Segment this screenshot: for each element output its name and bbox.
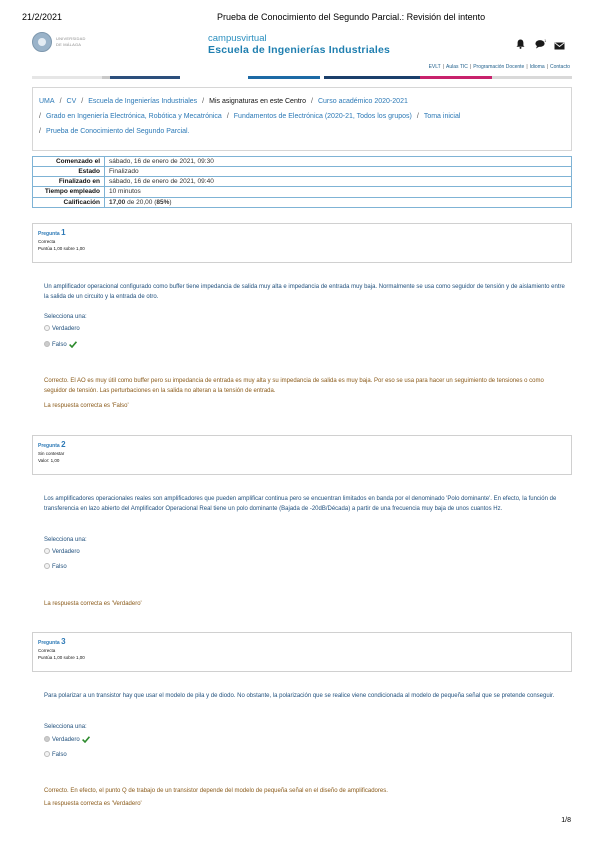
breadcrumb-prueba[interactable]: Prueba de Conocimiento del Segundo Parci…: [46, 128, 190, 135]
mail-icon[interactable]: [554, 37, 565, 55]
breadcrumb-asignatura[interactable]: Fundamentos de Electrónica (2020-21, Tod…: [234, 113, 412, 120]
question-status: Correcta: [38, 648, 56, 653]
summary-row: Tiempo empleado 10 minutos: [32, 186, 572, 198]
page-number: 1/8: [561, 817, 571, 824]
question-info-3: Pregunta 3 Correcta Puntúa 1,00 sobre 1,…: [32, 632, 572, 672]
radio-icon[interactable]: [44, 548, 50, 554]
breadcrumb-grado[interactable]: Grado en Ingeniería Electrónica, Robótic…: [46, 113, 222, 120]
summary-row: Estado Finalizado: [32, 166, 572, 177]
radio-icon[interactable]: [44, 563, 50, 569]
breadcrumb-toma-inicial[interactable]: Toma inicial: [424, 113, 461, 120]
question-text-1: Un amplificador operacional configurado …: [44, 284, 565, 300]
breadcrumb-curso[interactable]: Curso académico 2020-2021: [318, 98, 408, 105]
chat-icon[interactable]: 1: [535, 36, 547, 54]
option-falso[interactable]: Falso: [44, 563, 67, 573]
link-contacto[interactable]: Contacto: [550, 64, 570, 70]
question-text-3: Para polarizar a un transistor hay que u…: [44, 693, 555, 699]
question-info-2: Pregunta 2 Sin contestar Valor: 1,00: [32, 435, 572, 475]
bell-icon[interactable]: [516, 36, 525, 54]
breadcrumb: UMA / CV / Escuela de Ingenierías Industrial…: [32, 87, 572, 151]
attempt-summary-table: Comenzado el sábado, 16 de enero de 2021…: [32, 156, 572, 208]
question-prompt-3: Selecciona una:: [44, 724, 87, 730]
print-header: 21/2/2021 Prueba de Conocimiento del Seg…: [22, 12, 577, 26]
option-falso[interactable]: Falso: [44, 751, 67, 761]
option-verdadero[interactable]: Verdadero: [44, 548, 80, 558]
question-prompt-1: Selecciona una:: [44, 314, 87, 320]
radio-icon[interactable]: [44, 751, 50, 757]
radio-checked-icon[interactable]: [44, 736, 50, 742]
question-info-1: Pregunta 1 Correcta Puntúa 1,00 sobre 1,…: [32, 223, 572, 263]
brand-line2: Escuela de Ingenierías Industriales: [208, 44, 391, 56]
university-seal-icon: [32, 32, 52, 52]
question-score: Puntúa 1,00 sobre 1,00: [38, 246, 85, 251]
link-aulas-tic[interactable]: Aulas TIC: [446, 64, 468, 70]
question-number: 2: [61, 440, 66, 449]
question-text-2: Los amplificadores operacionales reales …: [44, 496, 557, 512]
option-verdadero[interactable]: Verdadero: [44, 736, 90, 746]
svg-text:1: 1: [544, 39, 546, 43]
correct-answer-2: La respuesta correcta es 'Verdadero': [44, 601, 142, 607]
summary-row: Finalizado en sábado, 16 de enero de 202…: [32, 176, 572, 187]
question-score: Puntúa 1,00 sobre 1,00: [38, 655, 85, 660]
question-prompt-2: Selecciona una:: [44, 537, 87, 543]
print-date: 21/2/2021: [22, 12, 63, 22]
option-falso[interactable]: Falso: [44, 341, 77, 351]
radio-checked-icon[interactable]: [44, 341, 50, 347]
checkmark-icon: [81, 736, 90, 745]
correct-answer-1: La respuesta correcta es 'Falso': [44, 403, 129, 409]
site-brand[interactable]: campusvirtual Escuela de Ingenierías Ind…: [208, 33, 390, 56]
question-feedback-3: Correcto. En efecto, el punto Q de traba…: [44, 788, 388, 794]
option-verdadero[interactable]: Verdadero: [44, 325, 80, 335]
correct-answer-3: La respuesta correcta es 'Verdadero': [44, 801, 142, 807]
link-evlt[interactable]: EVLT: [429, 64, 441, 70]
breadcrumb-uma[interactable]: UMA: [39, 98, 55, 105]
header-color-bar: [32, 76, 572, 79]
summary-row: Calificación 17,00 de 20,00 (85%): [32, 197, 572, 208]
link-programacion-docente[interactable]: Programación Docente: [473, 64, 524, 70]
top-links: EVLT | Aulas TIC | Programación Docente | Idio…: [428, 64, 570, 70]
question-status: Sin contestar: [38, 451, 65, 456]
question-status: Correcta: [38, 239, 56, 244]
summary-row: Comenzado el sábado, 16 de enero de 2021…: [32, 156, 572, 167]
print-title: Prueba de Conocimiento del Segundo Parci…: [217, 12, 486, 22]
question-number: 1: [61, 228, 66, 237]
breadcrumb-cv[interactable]: CV: [67, 98, 77, 105]
question-score: Valor: 1,00: [38, 458, 60, 463]
radio-icon[interactable]: [44, 325, 50, 331]
brand-line1: campusvirtual: [208, 33, 267, 44]
question-feedback-1: Correcto. El AO es muy útil como buffer …: [44, 378, 544, 394]
link-idioma[interactable]: Idioma: [530, 64, 545, 70]
question-number: 3: [61, 637, 66, 646]
university-logo[interactable]: UNIVERSIDAD DE MÁLAGA: [32, 32, 90, 52]
breadcrumb-escuela[interactable]: Escuela de Ingenierías Industriales: [88, 98, 197, 105]
checkmark-icon: [68, 341, 77, 350]
breadcrumb-mis-asignaturas: Mis asignaturas en este Centro: [209, 98, 307, 105]
